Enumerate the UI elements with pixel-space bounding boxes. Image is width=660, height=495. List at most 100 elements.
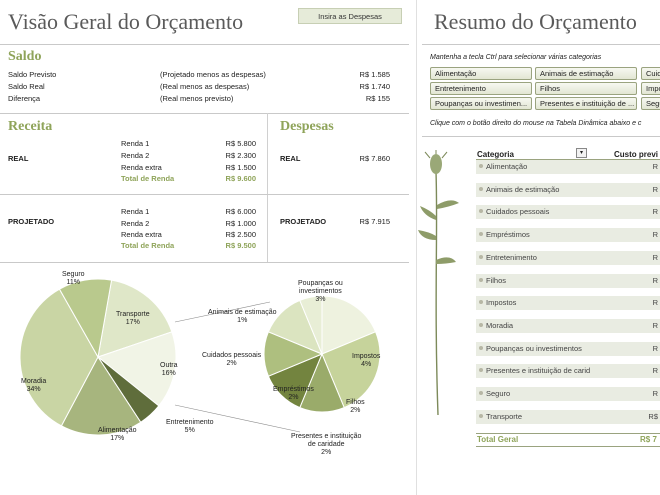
despesas-real-value: R$ 7.860 (359, 154, 390, 163)
pivot-row-value: R (652, 184, 658, 194)
receita-proj-label: PROJETADO (8, 217, 55, 226)
income-value: R$ 1.000 (225, 219, 256, 228)
pie-label-poupancas: Poupanças ou investimentos 3% (298, 280, 343, 303)
saldo-label: Saldo Real (8, 82, 45, 91)
pie-label-transporte: Transporte 17% (116, 311, 150, 326)
expand-bullet-icon[interactable] (479, 277, 483, 282)
expand-bullet-icon[interactable] (479, 164, 483, 168)
despesas-proj-value: R$ 7.915 (359, 217, 390, 226)
income-total-label: Total de Renda (121, 174, 175, 183)
pivot-row[interactable]: Cuidados pessoais R (476, 205, 660, 220)
divider (476, 446, 660, 447)
slicer-animais[interactable]: Animais de estimação (535, 67, 637, 80)
saldo-desc: (Real menos as despesas) (160, 82, 250, 91)
pivot-row[interactable]: Transporte R$ (476, 409, 660, 424)
insert-expenses-button[interactable]: Insira as Despesas (298, 8, 402, 24)
slicer-alimentacao[interactable]: Alimentação (430, 67, 532, 80)
pivot-col-cost: Custo previ (614, 150, 659, 159)
pivot-row[interactable]: Moradia R (476, 318, 660, 333)
expand-bullet-icon[interactable] (479, 209, 483, 214)
pie-label-filhos: Filhos 2% (346, 399, 365, 414)
divider (422, 44, 660, 45)
pivot-row-value: R (652, 343, 658, 353)
income-value: R$ 2.300 (225, 151, 256, 160)
pivot-row-label: Seguro (486, 389, 511, 398)
divider (267, 113, 268, 262)
pivot-row-value: R (652, 162, 658, 171)
expand-bullet-icon[interactable] (479, 413, 483, 418)
slicer-filhos[interactable]: Filhos (535, 82, 637, 95)
saldo-value: R$ 1.740 (359, 82, 390, 91)
pivot-row[interactable]: Poupanças ou investimentos R (476, 341, 660, 356)
saldo-heading: Saldo (8, 49, 42, 64)
slicer-impostos[interactable]: Impo (641, 82, 660, 95)
slicer-cuidados[interactable]: Cuid (641, 67, 660, 80)
pivot-hint: Clique com o botão direito do mouse na T… (430, 120, 642, 127)
pivot-row-value: R (652, 252, 658, 262)
expand-bullet-icon[interactable] (479, 322, 483, 327)
income-item: Renda 1 (121, 139, 150, 148)
income-value: R$ 6.000 (225, 207, 256, 216)
income-total-value: R$ 9.600 (225, 174, 256, 183)
receita-real-label: REAL (8, 154, 29, 163)
pivot-row-value: R$ (648, 411, 658, 421)
pivot-row-label: Entretenimento (486, 252, 537, 262)
income-total-value: R$ 9.500 (225, 241, 256, 250)
expand-bullet-icon[interactable] (479, 232, 483, 237)
pivot-row-value: R (652, 275, 658, 285)
income-item: Renda extra (121, 163, 162, 172)
pivot-row[interactable]: Empréstimos R (476, 228, 660, 243)
filter-dropdown-icon[interactable]: ▾ (576, 148, 587, 158)
pivot-row-label: Transporte (486, 411, 522, 421)
income-total-label: Total de Renda (121, 241, 175, 250)
saldo-value: R$ 155 (365, 94, 390, 103)
pivot-row-label: Alimentação (486, 162, 528, 171)
pivot-row-label: Presentes e instituição de carid (486, 366, 591, 376)
expand-bullet-icon[interactable] (479, 368, 483, 373)
summary-title: Resumo do Orçamento (434, 9, 637, 34)
despesas-real-label: REAL (280, 154, 301, 163)
pivot-row-value: R (652, 207, 658, 217)
slicer-entretenimento[interactable]: Entretenimento (430, 82, 532, 95)
pivot-row[interactable]: Filhos R (476, 273, 660, 288)
expand-bullet-icon[interactable] (479, 254, 483, 259)
receita-heading: Receita (8, 119, 53, 134)
income-value: R$ 1.500 (225, 163, 256, 172)
slicer-poupancas[interactable]: Poupanças ou investimen... (430, 97, 532, 110)
pie-label-moradia: Moradia 34% (21, 378, 47, 393)
pivot-row[interactable]: Animais de estimação R (476, 182, 660, 197)
pivot-row-label: Moradia (486, 320, 514, 330)
slicer-presentes[interactable]: Presentes e instituição de ... (535, 97, 637, 110)
pivot-row-value: R (652, 298, 658, 308)
income-item: Renda 2 (121, 219, 150, 228)
saldo-label: Saldo Previsto (8, 70, 57, 79)
pivot-row[interactable]: Entretenimento R (476, 250, 660, 265)
pivot-row-value: R (652, 320, 658, 330)
pie-label-cuidados: Cuidados pessoais 2% (202, 352, 262, 367)
expand-bullet-icon[interactable] (479, 186, 483, 191)
pivot-row-value: R (652, 366, 658, 376)
pivot-row[interactable]: Alimentação R (476, 160, 660, 174)
pivot-row[interactable]: Seguro R (476, 387, 660, 401)
flower-illustration (418, 150, 459, 416)
saldo-desc: (Real menos previsto) (160, 94, 234, 103)
expand-bullet-icon[interactable] (479, 300, 483, 305)
despesas-proj-label: PROJETADO (280, 217, 327, 226)
divider (0, 44, 409, 45)
divider (0, 113, 409, 114)
pie-label-impostos: Impostos 4% (352, 353, 381, 368)
expand-bullet-icon[interactable] (479, 345, 483, 350)
pie-label-alimentacao: Alimentação 17% (98, 427, 137, 442)
pie-label-seguro: Seguro 11% (62, 271, 85, 286)
saldo-desc: (Projetado menos as despesas) (160, 70, 266, 79)
expand-bullet-icon[interactable] (479, 391, 483, 395)
pie-label-entretenimento: Entretenimento 5% (166, 419, 214, 434)
despesas-heading: Despesas (280, 119, 334, 134)
slicer-seguro[interactable]: Segu (641, 97, 660, 110)
pivot-row[interactable]: Presentes e instituição de carid R (476, 364, 660, 379)
divider (476, 433, 660, 434)
pivot-row-label: Filhos (486, 275, 507, 285)
pivot-row[interactable]: Impostos R (476, 296, 660, 311)
pie-label-presentes: Presentes e instituição de caridade 2% (291, 433, 362, 456)
pivot-row-label: Animais de estimação (486, 184, 560, 194)
